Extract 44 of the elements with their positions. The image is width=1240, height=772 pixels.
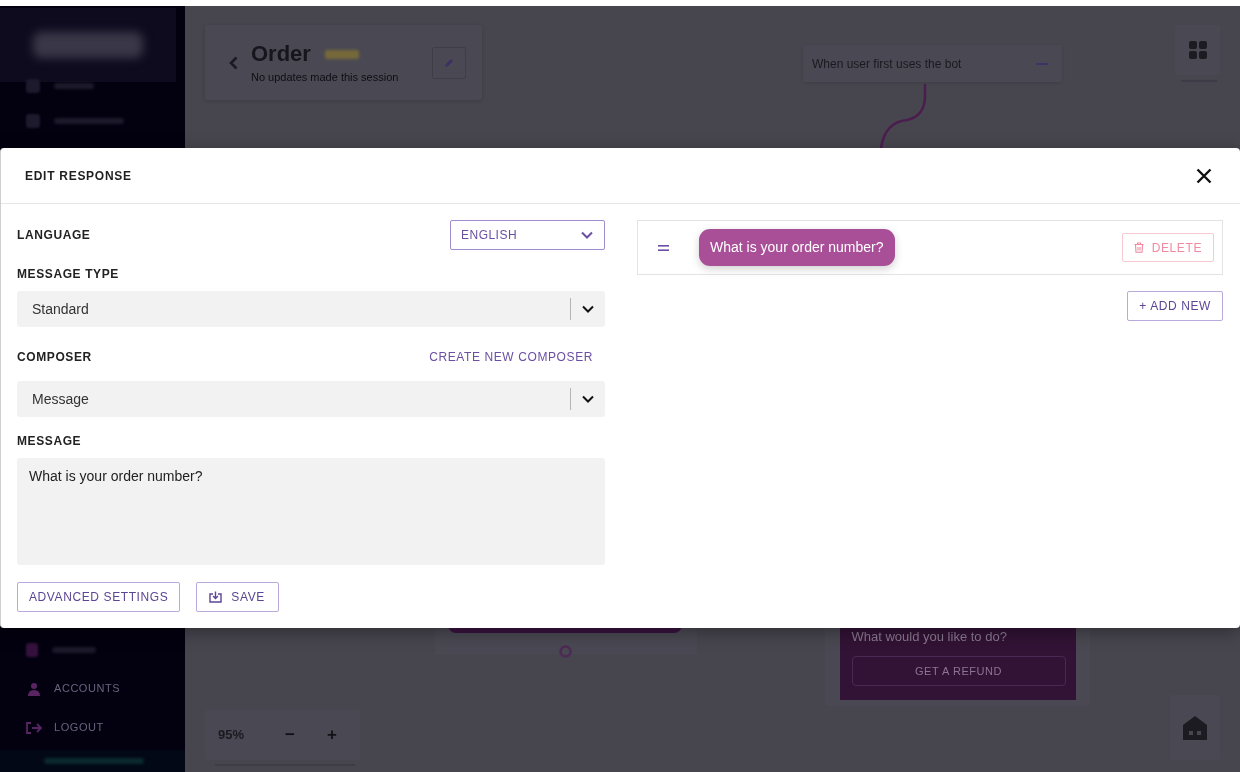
edit-button[interactable] (432, 46, 466, 79)
language-dropdown[interactable]: ENGLISH (450, 220, 605, 250)
blurred-label (52, 646, 96, 653)
house-button[interactable] (1170, 695, 1220, 760)
ring-icon (559, 645, 572, 658)
house-icon (1182, 714, 1208, 741)
logout-icon (26, 721, 42, 734)
message-type-select[interactable]: Standard (17, 291, 605, 327)
field-label: MESSAGE TYPE (17, 267, 119, 281)
field-label: COMPOSER (17, 349, 92, 366)
node-message: What would you like to do? (851, 629, 1008, 644)
status-text: No updates made this session (251, 70, 400, 84)
save-icon (209, 591, 223, 603)
dialog-title: EDIT RESPONSE (25, 167, 132, 185)
close-icon (1196, 167, 1212, 184)
message-bubble: What is your order number? (699, 229, 895, 266)
sidebar-link[interactable]: LOGOUT (0, 708, 185, 747)
refund-button[interactable]: GET A REFUND (851, 656, 1066, 686)
add-new-button[interactable]: + ADD NEW (1127, 291, 1223, 321)
composer-select[interactable]: Message (17, 381, 605, 417)
save-button[interactable]: SAVE (196, 582, 279, 612)
pencil-icon (444, 57, 454, 68)
create-composer-link[interactable]: CREATE NEW COMPOSER (429, 348, 593, 366)
chevron-left-icon (228, 55, 238, 70)
blurred-badge (324, 49, 359, 59)
advanced-settings-button[interactable]: ADVANCED SETTINGS (17, 582, 181, 612)
chevron-down-icon (582, 395, 594, 403)
close-button[interactable] (1195, 166, 1213, 185)
drag-handle-icon[interactable] (658, 244, 669, 251)
blurred-icon (26, 113, 40, 128)
grid-button[interactable] (1175, 25, 1220, 75)
chevron-down-icon (581, 231, 593, 239)
grid-icon (1188, 41, 1207, 59)
page-title: Order (251, 41, 311, 67)
message-textarea[interactable]: What is your order number? (17, 458, 605, 565)
sidebar-link[interactable]: ACCOUNTS (0, 669, 185, 708)
trash-icon (1133, 242, 1144, 253)
chevron-down-icon (582, 305, 594, 313)
blurred-icon (26, 642, 38, 657)
blurred-label (54, 117, 124, 124)
field-label: LANGUAGE (17, 227, 91, 244)
blurred-label (54, 82, 94, 89)
person-icon (28, 681, 40, 696)
field-label: MESSAGE (17, 434, 82, 448)
